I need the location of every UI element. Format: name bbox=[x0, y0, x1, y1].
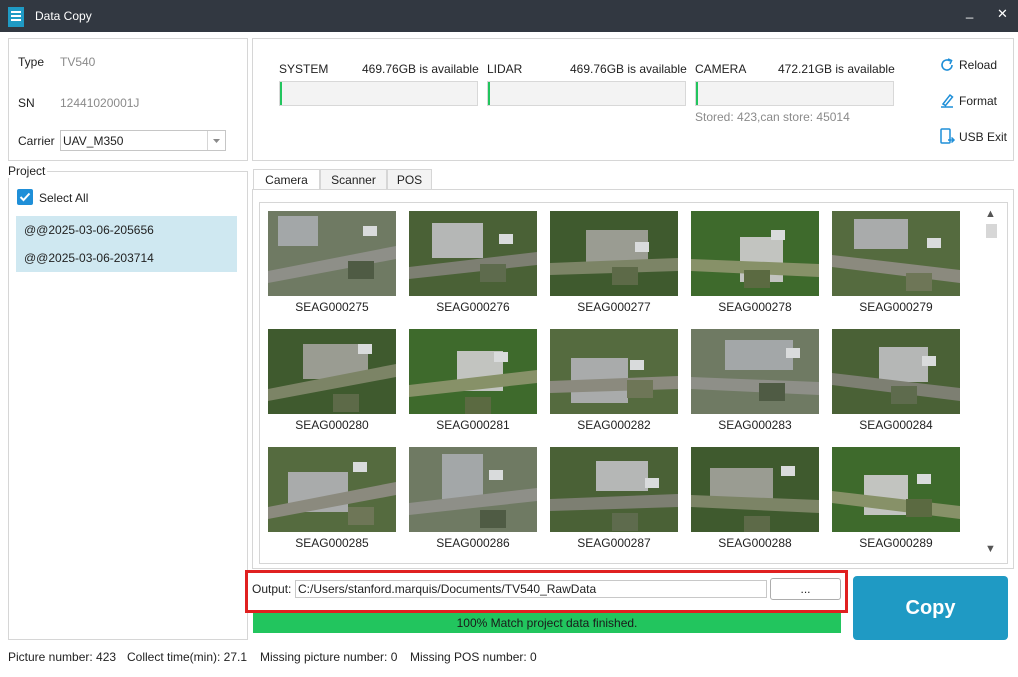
project-item[interactable]: @@2025-03-06-205656 bbox=[24, 223, 154, 237]
app-icon bbox=[8, 7, 24, 27]
thumbnail-image[interactable] bbox=[691, 447, 819, 534]
thumbnail-label: SEAG000280 bbox=[295, 418, 369, 432]
thumbnail-image[interactable] bbox=[832, 447, 960, 532]
scroll-up-icon[interactable]: ▲ bbox=[985, 208, 996, 220]
thumbnail-label: SEAG000286 bbox=[436, 536, 510, 550]
drive-name: CAMERA bbox=[695, 62, 747, 76]
carrier-select[interactable]: UAV_M350 bbox=[60, 130, 226, 151]
reload-icon bbox=[941, 58, 953, 71]
format-icon bbox=[941, 93, 954, 108]
drive-usage-bar bbox=[695, 81, 894, 106]
carrier-select-value: UAV_M350 bbox=[63, 134, 124, 148]
tab-camera[interactable]: Camera bbox=[253, 169, 320, 190]
thumbnail-label: SEAG000282 bbox=[577, 418, 651, 432]
thumbnail-image[interactable] bbox=[691, 211, 819, 296]
scrollbar-thumb[interactable] bbox=[986, 224, 997, 238]
thumbnail-image[interactable] bbox=[268, 329, 396, 414]
drive-free-space: 469.76GB is available bbox=[362, 62, 479, 76]
progress-text: 100% Match project data finished. bbox=[456, 616, 638, 630]
checkbox-checked-icon[interactable] bbox=[17, 189, 33, 205]
thumbnail-label: SEAG000285 bbox=[295, 536, 369, 550]
thumbnail-image[interactable] bbox=[268, 211, 396, 296]
thumbnail-label: SEAG000275 bbox=[295, 300, 369, 314]
carrier-label: Carrier bbox=[18, 134, 55, 148]
thumbnail-label: SEAG000276 bbox=[436, 300, 510, 314]
thumbnail-image[interactable] bbox=[832, 329, 960, 414]
sn-label: SN bbox=[18, 96, 35, 110]
drive-free-space: 469.76GB is available bbox=[570, 62, 687, 76]
thumbnail-label: SEAG000283 bbox=[718, 418, 792, 432]
chevron-down-icon[interactable] bbox=[207, 131, 225, 150]
thumbnail-label: SEAG000284 bbox=[859, 418, 933, 432]
sn-value: 12441020001J bbox=[60, 96, 140, 110]
output-path-input[interactable] bbox=[295, 580, 767, 598]
thumbnail-label: SEAG000289 bbox=[859, 536, 933, 550]
scroll-down-icon[interactable]: ▼ bbox=[985, 543, 996, 555]
copy-button[interactable]: Copy bbox=[853, 576, 1008, 640]
project-list[interactable]: @@2025-03-06-205656 @@2025-03-06-203714 bbox=[16, 216, 237, 272]
type-value: TV540 bbox=[60, 55, 96, 69]
thumbnail-image[interactable] bbox=[832, 211, 960, 296]
status-missing-pos: Missing POS number: 0 bbox=[410, 650, 537, 664]
thumbnail-image[interactable] bbox=[268, 447, 396, 532]
title-bar: Data Copy _ ✕ bbox=[0, 0, 1018, 32]
browse-button[interactable]: ... bbox=[770, 578, 841, 600]
status-missing-picture: Missing picture number: 0 bbox=[260, 650, 398, 664]
drive-name: SYSTEM bbox=[279, 62, 329, 76]
tab-pos[interactable]: POS bbox=[387, 169, 432, 189]
usb-eject-icon bbox=[940, 128, 956, 144]
thumbnail-label: SEAG000279 bbox=[859, 300, 933, 314]
project-item[interactable]: @@2025-03-06-203714 bbox=[24, 251, 154, 265]
drive-name: LIDAR bbox=[487, 62, 523, 76]
format-label: Format bbox=[959, 94, 998, 108]
window-title: Data Copy bbox=[35, 9, 92, 23]
drive-free-space: 472.21GB is available bbox=[778, 62, 895, 76]
thumbnail-image[interactable] bbox=[550, 329, 678, 414]
thumbnail-label: SEAG000278 bbox=[718, 300, 792, 314]
type-label: Type bbox=[18, 55, 45, 69]
select-all-label: Select All bbox=[39, 191, 89, 205]
project-section-label: Project bbox=[8, 164, 48, 178]
close-button[interactable]: ✕ bbox=[997, 6, 1008, 22]
drive-usage-bar bbox=[487, 81, 686, 106]
thumbnail-image[interactable] bbox=[409, 329, 537, 415]
status-collect-time: Collect time(min): 27.1 bbox=[127, 650, 248, 664]
drive-usage-bar bbox=[279, 81, 478, 106]
usb-exit-label: USB Exit bbox=[959, 130, 1008, 144]
camera-stored-info: Stored: 423,can store: 45014 bbox=[695, 110, 850, 124]
thumbnail-image[interactable] bbox=[409, 447, 537, 532]
progress-bar: 100% Match project data finished. bbox=[253, 613, 841, 633]
status-picture-number: Picture number: 423 bbox=[8, 650, 117, 664]
thumbnail-image[interactable] bbox=[691, 329, 819, 414]
thumbnail-label: SEAG000277 bbox=[577, 300, 651, 314]
tab-scanner[interactable]: Scanner bbox=[320, 169, 387, 189]
thumbnail-image[interactable] bbox=[550, 211, 678, 296]
thumbnail-image[interactable] bbox=[409, 211, 537, 296]
output-label: Output: bbox=[252, 582, 292, 596]
thumbnail-label: SEAG000281 bbox=[436, 418, 510, 432]
reload-label: Reload bbox=[959, 58, 998, 72]
minimize-button[interactable]: _ bbox=[966, 4, 973, 19]
thumbnail-label: SEAG000288 bbox=[718, 536, 792, 550]
thumbnail-image[interactable] bbox=[550, 447, 678, 532]
thumbnail-label: SEAG000287 bbox=[577, 536, 651, 550]
thumbnail-grid[interactable]: SEAG000275 SEAG000276 SEAG000277 SEAG000278… bbox=[259, 202, 1008, 564]
